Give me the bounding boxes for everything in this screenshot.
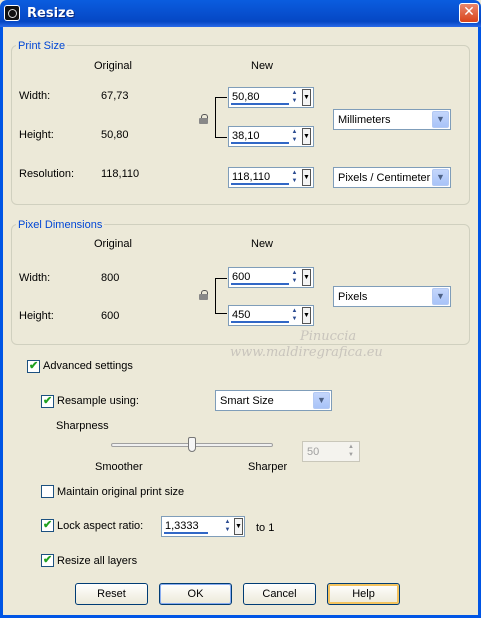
pixel-height-value: 450 <box>232 309 251 321</box>
checkmark-icon: ✔ <box>43 395 53 407</box>
aspect-ratio-value: 1,3333 <box>165 520 199 532</box>
chevron-down-icon[interactable]: ▼ <box>432 288 449 305</box>
spin-arrows-icon[interactable]: ▲ ▼ <box>289 128 300 145</box>
spin-arrows-icon: ▲ ▼ <box>348 444 354 458</box>
dropdown-arrow-icon[interactable]: ▼ <box>234 518 243 535</box>
aspect-ratio-input[interactable]: 1,3333 ▲ ▼ ▼ <box>161 516 245 537</box>
reset-button[interactable]: Reset <box>75 583 148 605</box>
close-button[interactable]: ✕ <box>459 3 479 23</box>
spin-arrows-icon[interactable]: ▲ ▼ <box>289 89 300 106</box>
sharpness-value: 50 <box>307 446 320 458</box>
sharpness-input: 50 ▲ ▼ <box>302 441 360 462</box>
input-underline <box>231 283 289 285</box>
spin-arrows-icon[interactable]: ▲ ▼ <box>222 518 233 535</box>
print-height-original: 50,80 <box>101 129 129 141</box>
pixel-height-input[interactable]: 450 ▲ ▼ ▼ <box>228 305 314 326</box>
spin-arrows-icon[interactable]: ▲ ▼ <box>289 307 300 324</box>
resample-checkbox[interactable]: ✔ <box>41 395 54 408</box>
resolution-value: 118,110 <box>232 171 271 183</box>
sharper-label: Sharper <box>248 461 288 473</box>
dropdown-arrow-icon[interactable]: ▼ <box>302 307 311 324</box>
watermark-line1: Pinuccia <box>300 329 357 344</box>
resolution-label: Resolution: <box>19 168 75 180</box>
checkmark-icon: ✔ <box>43 554 53 566</box>
dropdown-arrow-icon[interactable]: ▼ <box>302 89 311 106</box>
pixel-unit-select[interactable]: Pixels ▼ <box>333 286 451 307</box>
resample-value: Smart Size <box>220 395 274 407</box>
print-height-label: Height: <box>19 129 54 141</box>
smoother-label: Smoother <box>95 461 143 473</box>
print-unit-value: Millimeters <box>338 114 391 126</box>
pixel-width-value: 600 <box>232 271 251 283</box>
maintain-print-size-label: Maintain original print size <box>57 486 185 498</box>
to-one-label: to 1 <box>256 522 275 534</box>
pixel-width-input[interactable]: 600 ▲ ▼ ▼ <box>228 267 314 288</box>
pixel-unit-value: Pixels <box>338 291 368 303</box>
checkmark-icon: ✔ <box>43 519 53 531</box>
pixel-original-header: Original <box>94 238 132 250</box>
spin-arrows-icon[interactable]: ▲ ▼ <box>289 269 300 286</box>
advanced-settings-label: Advanced settings <box>43 360 133 372</box>
dropdown-arrow-icon[interactable]: ▼ <box>302 169 311 186</box>
sharpness-label: Sharpness <box>56 420 109 432</box>
sharpness-slider-thumb[interactable] <box>188 437 196 452</box>
cancel-button[interactable]: Cancel <box>243 583 316 605</box>
pixel-dimensions-title: Pixel Dimensions <box>16 219 105 231</box>
pixel-height-original: 600 <box>101 310 120 322</box>
input-underline <box>231 142 289 144</box>
pixel-width-label: Width: <box>19 272 51 284</box>
pixel-new-header: New <box>251 238 274 250</box>
dropdown-arrow-icon[interactable]: ▼ <box>302 269 311 286</box>
lock-icon <box>199 290 208 300</box>
chevron-down-icon[interactable]: ▼ <box>313 392 330 409</box>
window-title: Resize <box>27 6 75 21</box>
watermark-line2: www.maldiregrafica.eu <box>230 345 383 360</box>
input-underline <box>231 103 289 105</box>
advanced-settings-checkbox[interactable]: ✔ <box>27 360 40 373</box>
pixel-height-label: Height: <box>19 310 54 322</box>
lock-aspect-label: Lock aspect ratio: <box>57 520 144 532</box>
print-width-label: Width: <box>19 90 51 102</box>
print-height-input[interactable]: 38,10 ▲ ▼ ▼ <box>228 126 314 147</box>
print-height-value: 38,10 <box>232 130 260 142</box>
checkmark-icon: ✔ <box>29 360 39 372</box>
resample-label: Resample using: <box>57 395 139 407</box>
input-underline <box>231 321 289 323</box>
input-underline <box>231 183 289 185</box>
print-new-header: New <box>251 60 274 72</box>
app-icon <box>4 5 20 21</box>
print-original-header: Original <box>94 60 132 72</box>
resolution-input[interactable]: 118,110 ▲ ▼ ▼ <box>228 167 314 188</box>
chevron-down-icon[interactable]: ▼ <box>432 111 449 128</box>
pixel-width-original: 800 <box>101 272 120 284</box>
resize-all-layers-label: Resize all layers <box>57 555 138 567</box>
print-width-original: 67,73 <box>101 90 129 102</box>
input-underline <box>164 532 208 534</box>
print-size-title: Print Size <box>16 40 68 52</box>
link-bracket <box>215 97 227 138</box>
dropdown-arrow-icon[interactable]: ▼ <box>302 128 311 145</box>
link-bracket <box>215 278 227 314</box>
resolution-unit-value: Pixels / Centimeter <box>338 172 431 184</box>
resize-all-layers-checkbox[interactable]: ✔ <box>41 554 54 567</box>
chevron-down-icon[interactable]: ▼ <box>432 169 449 186</box>
print-width-value: 50,80 <box>232 91 260 103</box>
lock-icon <box>199 114 208 124</box>
help-button[interactable]: Help <box>327 583 400 605</box>
resample-select[interactable]: Smart Size ▼ <box>215 390 332 411</box>
lock-aspect-checkbox[interactable]: ✔ <box>41 519 54 532</box>
print-unit-select[interactable]: Millimeters ▼ <box>333 109 451 130</box>
ok-button[interactable]: OK <box>159 583 232 605</box>
print-width-input[interactable]: 50,80 ▲ ▼ ▼ <box>228 87 314 108</box>
resolution-unit-select[interactable]: Pixels / Centimeter ▼ <box>333 167 451 188</box>
resolution-original: 118,110 <box>101 168 140 180</box>
maintain-print-size-checkbox[interactable]: ✔ <box>41 485 54 498</box>
spin-arrows-icon[interactable]: ▲ ▼ <box>289 169 300 186</box>
